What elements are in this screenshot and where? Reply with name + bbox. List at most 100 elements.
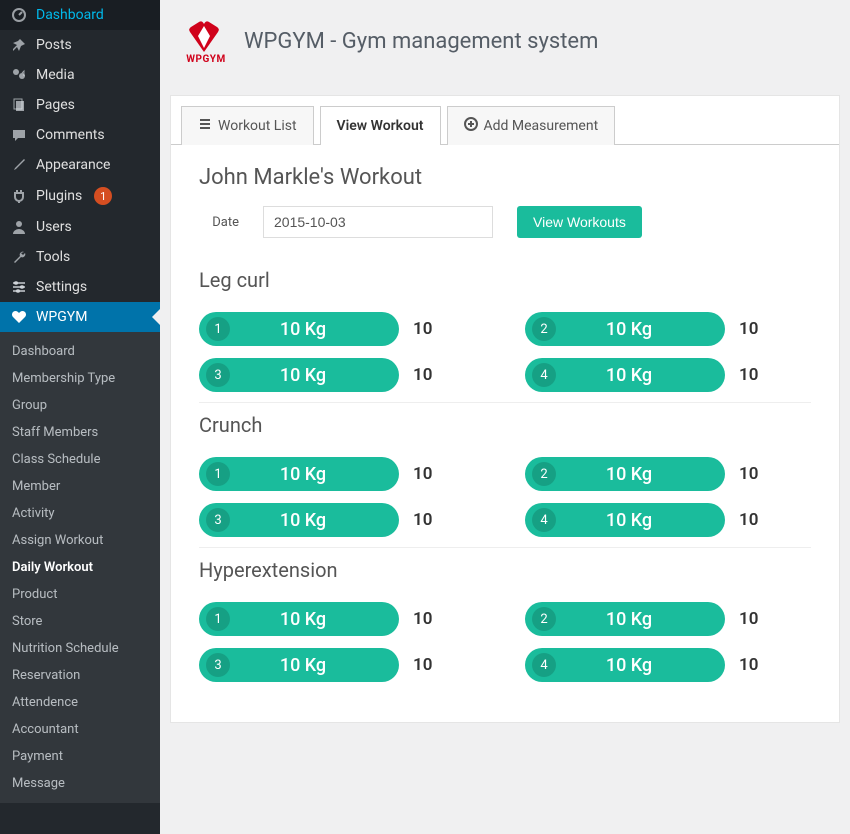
- sidebar-item-users[interactable]: Users: [0, 212, 160, 242]
- workout-title: John Markle's Workout: [199, 165, 811, 190]
- sidebar-item-plugins[interactable]: Plugins1: [0, 180, 160, 212]
- set-pill: 210 Kg: [525, 312, 725, 346]
- sidebar-submenu: DashboardMembership TypeGroupStaff Membe…: [0, 332, 160, 803]
- set-reps: 10: [413, 365, 441, 385]
- tab-label: Add Measurement: [484, 118, 599, 134]
- tab-bar: Workout ListView Workout Add Measurement: [171, 95, 839, 145]
- sidebar-item-pages[interactable]: Pages: [0, 90, 160, 120]
- plug-icon: [10, 188, 28, 204]
- sidebar-item-media[interactable]: Media: [0, 60, 160, 90]
- set-reps: 10: [739, 609, 767, 629]
- set-reps: 10: [413, 510, 441, 530]
- set-number: 1: [206, 317, 230, 341]
- sidebar-item-label: Posts: [36, 37, 72, 53]
- set-number: 3: [206, 653, 230, 677]
- submenu-item-assign-workout[interactable]: Assign Workout: [0, 527, 160, 554]
- set-row: 410 Kg 10: [525, 503, 811, 537]
- sidebar-item-appearance[interactable]: Appearance: [0, 150, 160, 180]
- date-label: Date: [199, 215, 239, 230]
- sidebar-item-settings[interactable]: Settings: [0, 272, 160, 302]
- wrench-icon: [10, 249, 28, 265]
- submenu-item-group[interactable]: Group: [0, 392, 160, 419]
- submenu-item-class-schedule[interactable]: Class Schedule: [0, 446, 160, 473]
- sidebar-item-comments[interactable]: Comments: [0, 120, 160, 150]
- sidebar-item-tools[interactable]: Tools: [0, 242, 160, 272]
- sidebar-item-label: Tools: [36, 249, 70, 265]
- pin-icon: [10, 37, 28, 53]
- set-pill: 410 Kg: [525, 503, 725, 537]
- set-row: 210 Kg10: [525, 602, 811, 636]
- set-weight: 10 Kg: [556, 655, 722, 676]
- sidebar-item-label: Dashboard: [36, 7, 104, 23]
- exercise-block: Leg curl110 Kg10210 Kg10310 Kg10410 Kg10: [199, 268, 811, 403]
- media-icon: [10, 67, 28, 83]
- tab-workout-list[interactable]: Workout List: [181, 106, 314, 145]
- set-pill: 310 Kg: [199, 503, 399, 537]
- sets-grid: 110 Kg10210 Kg10310 Kg10410 Kg10: [199, 457, 811, 537]
- sidebar-item-posts[interactable]: Posts: [0, 30, 160, 60]
- set-number: 3: [206, 363, 230, 387]
- submenu-item-nutrition-schedule[interactable]: Nutrition Schedule: [0, 635, 160, 662]
- sidebar-item-dashboard[interactable]: Dashboard: [0, 0, 160, 30]
- submenu-item-message[interactable]: Message: [0, 770, 160, 797]
- date-filter-row: Date View Workouts: [199, 206, 811, 238]
- set-reps: 10: [739, 464, 767, 484]
- submenu-item-member[interactable]: Member: [0, 473, 160, 500]
- set-weight: 10 Kg: [556, 365, 722, 386]
- set-reps: 10: [739, 365, 767, 385]
- sidebar-item-label: Media: [36, 67, 75, 83]
- set-pill: 110 Kg: [199, 602, 399, 636]
- set-weight: 10 Kg: [556, 609, 722, 630]
- sidebar-item-label: Plugins: [36, 188, 82, 204]
- set-reps: 10: [739, 319, 767, 339]
- set-number: 4: [532, 363, 556, 387]
- sidebar-item-wpgym[interactable]: WPGYM: [0, 302, 160, 332]
- set-reps: 10: [739, 655, 767, 675]
- wpgym-logo: WPGYM: [184, 18, 228, 65]
- sliders-icon: [10, 279, 28, 295]
- submenu-item-store[interactable]: Store: [0, 608, 160, 635]
- set-number: 4: [532, 508, 556, 532]
- set-pill: 110 Kg: [199, 312, 399, 346]
- sidebar-item-label: WPGYM: [36, 309, 87, 325]
- set-row: 410 Kg10: [525, 648, 811, 682]
- submenu-item-reservation[interactable]: Reservation: [0, 662, 160, 689]
- set-row: 410 Kg 10: [525, 358, 811, 392]
- tab-add-measurement[interactable]: Add Measurement: [447, 106, 616, 145]
- set-number: 2: [532, 462, 556, 486]
- submenu-item-staff-members[interactable]: Staff Members: [0, 419, 160, 446]
- set-row: 310 Kg 10: [199, 503, 485, 537]
- submenu-item-accountant[interactable]: Accountant: [0, 716, 160, 743]
- set-pill: 410 Kg: [525, 358, 725, 392]
- submenu-item-payment[interactable]: Payment: [0, 743, 160, 770]
- pages-icon: [10, 97, 28, 113]
- submenu-item-dashboard[interactable]: Dashboard: [0, 338, 160, 365]
- set-pill: 310 Kg: [199, 648, 399, 682]
- sidebar-item-label: Users: [36, 219, 72, 235]
- set-reps: 10: [739, 510, 767, 530]
- submenu-item-product[interactable]: Product: [0, 581, 160, 608]
- page-header: WPGYM WPGYM - Gym management system: [160, 0, 850, 95]
- set-weight: 10 Kg: [230, 464, 396, 485]
- submenu-item-attendence[interactable]: Attendence: [0, 689, 160, 716]
- submenu-item-membership-type[interactable]: Membership Type: [0, 365, 160, 392]
- date-input[interactable]: [263, 206, 493, 238]
- view-workouts-button[interactable]: View Workouts: [517, 206, 642, 238]
- submenu-item-daily-workout[interactable]: Daily Workout: [0, 554, 160, 581]
- set-row: 210 Kg 10: [525, 312, 811, 346]
- logo-text: WPGYM: [184, 54, 228, 65]
- set-number: 3: [206, 508, 230, 532]
- sidebar-top-menu: Dashboard Posts Media PagesCommentsAppearan…: [0, 0, 160, 332]
- exercise-block: Hyperextension110 Kg10210 Kg10310 Kg1041…: [199, 558, 811, 692]
- exercise-name: Crunch: [199, 413, 811, 437]
- tab-view-workout[interactable]: View Workout: [320, 106, 441, 145]
- content-panel: Workout ListView WorkoutAdd Measurement …: [170, 95, 840, 723]
- sets-grid: 110 Kg10210 Kg10310 Kg10410 Kg10: [199, 602, 811, 682]
- plus-icon: [464, 117, 478, 135]
- set-weight: 10 Kg: [556, 319, 722, 340]
- dashboard-icon: [10, 7, 28, 23]
- wp-admin-sidebar: Dashboard Posts Media PagesCommentsAppearan…: [0, 0, 160, 834]
- submenu-item-activity[interactable]: Activity: [0, 500, 160, 527]
- page-title: WPGYM - Gym management system: [244, 29, 598, 54]
- set-pill: 210 Kg: [525, 457, 725, 491]
